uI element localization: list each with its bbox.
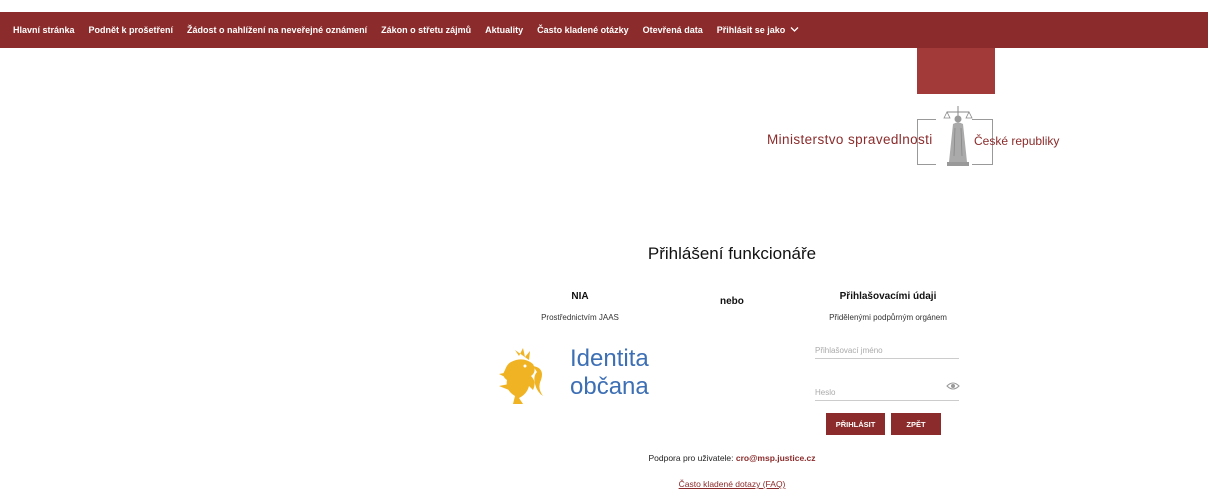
credentials-subtitle: Přidělenými podpůrným orgánem [829, 313, 947, 322]
login-button[interactable]: PŘIHLÁSIT [826, 413, 885, 435]
password-input[interactable] [815, 384, 959, 401]
nav-item-report[interactable]: Podnět k prošetření [89, 25, 174, 35]
nav-item-conflict-law[interactable]: Zákon o střetu zájmů [381, 25, 471, 35]
support-label: Podpora pro uživatele: [648, 453, 736, 463]
support-line: Podpora pro uživatele: cro@msp.justice.c… [0, 453, 1208, 463]
nav-item-request-access[interactable]: Žádost o nahlížení na neveřejné oznámení [187, 25, 367, 35]
back-button[interactable]: ZPĚT [891, 413, 941, 435]
logo-color-block [917, 48, 995, 94]
logo-republic-text: České republiky [974, 134, 1060, 148]
nav-item-faq[interactable]: Často kladené otázky [537, 25, 629, 35]
nia-subtitle: Prostřednictvím JAAS [541, 313, 619, 322]
nav-item-login-as-label: Přihlásit se jako [716, 25, 786, 35]
username-input[interactable] [815, 342, 959, 359]
justice-statue-icon [941, 104, 975, 173]
identita-obcana-logo[interactable]: Identita občana [570, 345, 649, 401]
nav-item-open-data[interactable]: Otevřená data [643, 25, 703, 35]
nav-item-home[interactable]: Hlavní stránka [13, 25, 75, 35]
credentials-title: Přihlašovacími údaji [839, 291, 937, 302]
czech-lion-icon[interactable] [497, 346, 549, 413]
nav-item-news[interactable]: Aktuality [485, 25, 523, 35]
identita-brand-line2: občana [570, 373, 649, 400]
or-separator: nebo [720, 296, 744, 307]
faq-link[interactable]: Často kladené dotazy (FAQ) [0, 479, 1208, 489]
logo-ministry-text: Ministerstvo spravedlnosti [767, 132, 933, 147]
page-title: Přihlášení funkcionáře [647, 244, 817, 263]
identita-brand-line1: Identita [570, 345, 649, 372]
main-navbar: Hlavní stránka Podnět k prošetření Žádos… [0, 12, 1208, 48]
nia-title: NIA [571, 291, 589, 302]
support-email-link[interactable]: cro@msp.justice.cz [736, 453, 816, 463]
eye-icon[interactable] [946, 378, 960, 396]
nav-item-login-as[interactable]: Přihlásit se jako [717, 25, 799, 35]
chevron-down-icon [790, 25, 799, 35]
